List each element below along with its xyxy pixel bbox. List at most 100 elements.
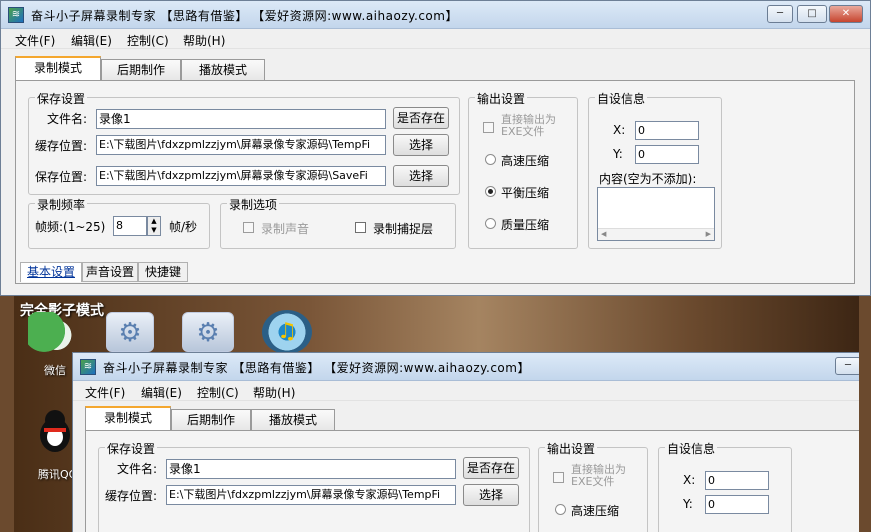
high-speed-label: 高速压缩 bbox=[501, 154, 550, 168]
subtab-hotkeys[interactable]: 快捷键 bbox=[138, 262, 188, 282]
shadow-exe-output-label: 直接输出为EXE文件 bbox=[571, 463, 626, 488]
output-settings-group: 输出设置 直接输出为EXE文件 高速压缩 平衡压缩 质量压缩 bbox=[468, 90, 578, 249]
tab-post-production[interactable]: 后期制作 bbox=[101, 59, 181, 81]
wechat-label: 微信 bbox=[44, 364, 66, 377]
exe-output-label: 直接输出为EXE文件 bbox=[501, 113, 556, 138]
shadow-custom-info-legend: 自设信息 bbox=[665, 440, 718, 457]
title-bar[interactable]: ≋ 奋斗小子屏幕录制专家 【思路有借鉴】 【爱好资源网:www.aihaozy.… bbox=[1, 1, 870, 29]
frame-rate-input[interactable]: 8 bbox=[113, 216, 147, 236]
save-location-label: 保存位置: bbox=[35, 170, 88, 184]
filename-input[interactable]: 录像1 bbox=[96, 109, 386, 129]
menu-bar: 文件(F) 编辑(E) 控制(C) 帮助(H) bbox=[1, 29, 870, 49]
shadow-high-speed-radio[interactable] bbox=[555, 504, 566, 515]
content-scrollbar[interactable]: ◀ ▶ bbox=[598, 228, 714, 240]
check-exists-button[interactable]: 是否存在 bbox=[393, 107, 449, 129]
shadow-exe-output-checkbox[interactable] bbox=[553, 472, 564, 483]
wechat-icon[interactable] bbox=[28, 312, 74, 354]
settings-icon[interactable]: ⚙ bbox=[182, 312, 234, 352]
minimize-button[interactable]: ─ bbox=[767, 5, 793, 23]
balanced-label: 平衡压缩 bbox=[501, 186, 550, 200]
shadow-filename-label: 文件名: bbox=[117, 462, 158, 476]
shadow-custom-info-group: 自设信息 X: 0 Y: 0 bbox=[658, 440, 792, 532]
menu-help[interactable]: 帮助(H) bbox=[183, 32, 225, 49]
quality-label: 质量压缩 bbox=[501, 218, 550, 232]
shadow-check-exists-button[interactable]: 是否存在 bbox=[463, 457, 519, 479]
shadow-y-label: Y: bbox=[683, 497, 693, 511]
frame-rate-legend: 录制频率 bbox=[35, 196, 88, 213]
frame-rate-group: 录制频率 帧频:(1~25) 8 ▲ ▼ 帧/秒 bbox=[28, 196, 210, 249]
tab-record-mode[interactable]: 录制模式 bbox=[15, 56, 101, 80]
save-location-input[interactable]: E:\下载图片\fdxzpmlzzjym\屏幕录像专家源码\SaveFi bbox=[96, 166, 386, 186]
subtab-audio[interactable]: 声音设置 bbox=[82, 262, 138, 282]
shadow-tab-record-mode[interactable]: 录制模式 bbox=[85, 406, 171, 430]
shadow-menu-help[interactable]: 帮助(H) bbox=[253, 384, 295, 401]
quality-radio[interactable] bbox=[485, 218, 496, 229]
shadow-cache-location-input[interactable]: E:\下载图片\fdxzpmlzzjym\屏幕录像专家源码\TempFi bbox=[166, 485, 456, 505]
custom-info-group: 自设信息 X: 0 Y: 0 内容(空为不添加): ◀ ▶ bbox=[588, 90, 722, 249]
subtab-basic[interactable]: 基本设置 bbox=[20, 262, 82, 282]
shadow-tab-playback-mode[interactable]: 播放模式 bbox=[251, 409, 335, 431]
y-input[interactable]: 0 bbox=[635, 145, 699, 164]
shadow-save-settings-legend: 保存设置 bbox=[105, 440, 158, 457]
high-speed-radio[interactable] bbox=[485, 154, 496, 165]
shadow-title-bar[interactable]: ≋ 奋斗小子屏幕录制专家 【思路有借鉴】 【爱好资源网:www.aihaozy.… bbox=[73, 353, 859, 381]
shadow-tab-panel: 保存设置 文件名: 录像1 是否存在 缓存位置: E:\下载图片\fdxzpml… bbox=[85, 430, 859, 532]
tab-panel: 保存设置 文件名: 录像1 是否存在 缓存位置: E:\下载图片\fdxzpml… bbox=[15, 80, 855, 284]
shadow-window: ≋ 奋斗小子屏幕录制专家 【思路有借鉴】 【爱好资源网:www.aihaozy.… bbox=[72, 352, 859, 532]
media-player-icon[interactable]: ♫ bbox=[262, 310, 312, 354]
shadow-tab-post-production[interactable]: 后期制作 bbox=[171, 409, 251, 431]
shadow-menu-file[interactable]: 文件(F) bbox=[85, 384, 125, 401]
shadow-menu-bar: 文件(F) 编辑(E) 控制(C) 帮助(H) bbox=[73, 381, 859, 401]
app-icon: ≋ bbox=[8, 7, 24, 23]
cache-location-input[interactable]: E:\下载图片\fdxzpmlzzjym\屏幕录像专家源码\TempFi bbox=[96, 135, 386, 155]
qq-scarf bbox=[44, 428, 66, 432]
frame-rate-unit: 帧/秒 bbox=[169, 220, 198, 234]
shadow-x-label: X: bbox=[683, 473, 696, 487]
cache-location-label: 缓存位置: bbox=[35, 139, 88, 153]
cache-select-button[interactable]: 选择 bbox=[393, 134, 449, 156]
menu-edit[interactable]: 编辑(E) bbox=[71, 32, 112, 49]
record-options-legend: 录制选项 bbox=[227, 196, 280, 213]
close-button[interactable]: ✕ bbox=[829, 5, 863, 23]
menu-control[interactable]: 控制(C) bbox=[127, 32, 169, 49]
tab-playback-mode[interactable]: 播放模式 bbox=[181, 59, 265, 81]
shadow-app-icon: ≋ bbox=[80, 359, 96, 375]
shadow-x-input[interactable]: 0 bbox=[705, 471, 769, 490]
shadow-output-settings-legend: 输出设置 bbox=[545, 440, 598, 457]
save-select-button[interactable]: 选择 bbox=[393, 165, 449, 187]
shadow-output-settings-group: 输出设置 直接输出为EXE文件 高速压缩 bbox=[538, 440, 648, 532]
exe-output-checkbox[interactable] bbox=[483, 122, 494, 133]
qq-face bbox=[45, 410, 65, 430]
shadow-menu-edit[interactable]: 编辑(E) bbox=[141, 384, 182, 401]
shadow-cache-location-label: 缓存位置: bbox=[105, 489, 158, 503]
frame-rate-label: 帧频:(1~25) bbox=[35, 220, 106, 234]
record-layers-checkbox[interactable] bbox=[355, 222, 366, 233]
content-label: 内容(空为不添加): bbox=[599, 172, 697, 186]
shadow-high-speed-label: 高速压缩 bbox=[571, 504, 620, 518]
record-audio-checkbox[interactable] bbox=[243, 222, 254, 233]
shadow-y-input[interactable]: 0 bbox=[705, 495, 769, 514]
save-settings-legend: 保存设置 bbox=[35, 90, 88, 107]
shadow-filename-input[interactable]: 录像1 bbox=[166, 459, 456, 479]
frame-rate-spinner[interactable]: ▲ ▼ bbox=[147, 216, 161, 236]
menu-file[interactable]: 文件(F) bbox=[15, 32, 55, 49]
shadow-menu-control[interactable]: 控制(C) bbox=[197, 384, 239, 401]
maximize-button[interactable]: □ bbox=[797, 5, 827, 23]
shadow-minimize-button[interactable]: ─ bbox=[835, 357, 859, 375]
x-label: X: bbox=[613, 123, 626, 137]
balanced-radio[interactable] bbox=[485, 186, 496, 197]
content-textarea[interactable]: ◀ ▶ bbox=[597, 187, 715, 241]
window-title: 奋斗小子屏幕录制专家 【思路有借鉴】 【爱好资源网:www.aihaozy.co… bbox=[31, 9, 458, 23]
main-window: ≋ 奋斗小子屏幕录制专家 【思路有借鉴】 【爱好资源网:www.aihaozy.… bbox=[0, 0, 871, 296]
filename-label: 文件名: bbox=[47, 112, 88, 126]
shadow-save-settings-group: 保存设置 文件名: 录像1 是否存在 缓存位置: E:\下载图片\fdxzpml… bbox=[98, 440, 530, 532]
record-audio-label: 录制声音 bbox=[261, 222, 310, 236]
gear-icon[interactable]: ⚙ bbox=[106, 312, 154, 352]
qq-icon[interactable] bbox=[36, 408, 74, 454]
custom-info-legend: 自设信息 bbox=[595, 90, 648, 107]
shadow-cache-select-button[interactable]: 选择 bbox=[463, 484, 519, 506]
shadow-window-title: 奋斗小子屏幕录制专家 【思路有借鉴】 【爱好资源网:www.aihaozy.co… bbox=[103, 361, 530, 375]
save-settings-group: 保存设置 文件名: 录像1 是否存在 缓存位置: E:\下载图片\fdxzpml… bbox=[28, 90, 460, 195]
x-input[interactable]: 0 bbox=[635, 121, 699, 140]
output-settings-legend: 输出设置 bbox=[475, 90, 528, 107]
